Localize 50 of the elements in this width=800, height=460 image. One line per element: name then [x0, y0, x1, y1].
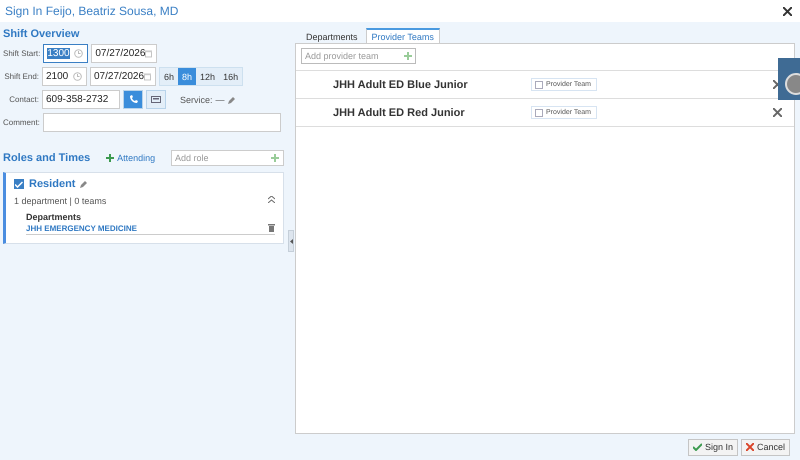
pencil-icon[interactable] [228, 96, 236, 104]
plus-icon [404, 52, 412, 60]
duration-button[interactable]: 6h [160, 68, 178, 85]
pager-button[interactable] [146, 90, 166, 109]
sign-in-button[interactable]: Sign In [688, 438, 738, 456]
clock-icon [73, 72, 82, 81]
duration-button[interactable]: 16h [219, 68, 242, 85]
check-icon [692, 443, 702, 451]
field-label: Shift End: [3, 72, 39, 81]
collapse-icon[interactable] [268, 196, 275, 203]
calendar-icon [145, 49, 152, 58]
date-field[interactable]: 07/27/2026 [90, 67, 156, 86]
remove-button[interactable] [773, 106, 782, 120]
pencil-icon[interactable] [80, 180, 88, 188]
role-name: Resident [29, 178, 76, 190]
field-label: Contact: [8, 95, 39, 104]
team-name: JHH Adult ED Blue Junior [333, 78, 469, 90]
time-field[interactable]: 1300 [43, 44, 88, 63]
duration-button[interactable]: 12h [196, 68, 220, 85]
phone-button[interactable] [123, 90, 143, 109]
service-value: — [216, 94, 225, 104]
section-title: Roles and Times [3, 152, 90, 164]
role-summary: 1 department | 0 teams [14, 196, 106, 206]
side-panel-tab[interactable] [778, 58, 800, 100]
splitter-handle[interactable] [288, 230, 294, 252]
team-name: JHH Adult ED Red Junior [333, 106, 466, 118]
departments-heading: Departments [26, 212, 82, 222]
calendar-icon [144, 72, 151, 81]
pager-icon [151, 96, 161, 103]
department-link[interactable]: JHH EMERGENCY MEDICINE [26, 224, 137, 233]
attending-button[interactable]: Attending [106, 153, 156, 163]
window-title: Sign In Feijo, Beatriz Sousa, MD [5, 4, 178, 18]
phone-icon [128, 95, 138, 104]
section-title: Shift Overview [3, 28, 80, 40]
plus-icon [106, 154, 114, 162]
cancel-button[interactable]: Cancel [740, 438, 790, 456]
comment-field[interactable] [42, 113, 281, 132]
trash-icon[interactable] [268, 224, 275, 232]
checkbox[interactable] [14, 179, 24, 189]
tab[interactable]: Departments [300, 28, 364, 44]
field-label: Comment: [3, 118, 40, 127]
contact-field[interactable]: 609-358-2732 [42, 90, 120, 109]
close-icon [746, 443, 754, 451]
tab[interactable]: Provider Teams [366, 28, 440, 44]
plus-icon [271, 154, 279, 162]
date-field[interactable]: 07/27/2026 [91, 44, 158, 63]
clock-icon [74, 49, 84, 58]
service-label: Service: [180, 94, 213, 104]
time-field[interactable]: 2100 [42, 67, 87, 86]
field-label: Shift Start: [3, 49, 40, 58]
